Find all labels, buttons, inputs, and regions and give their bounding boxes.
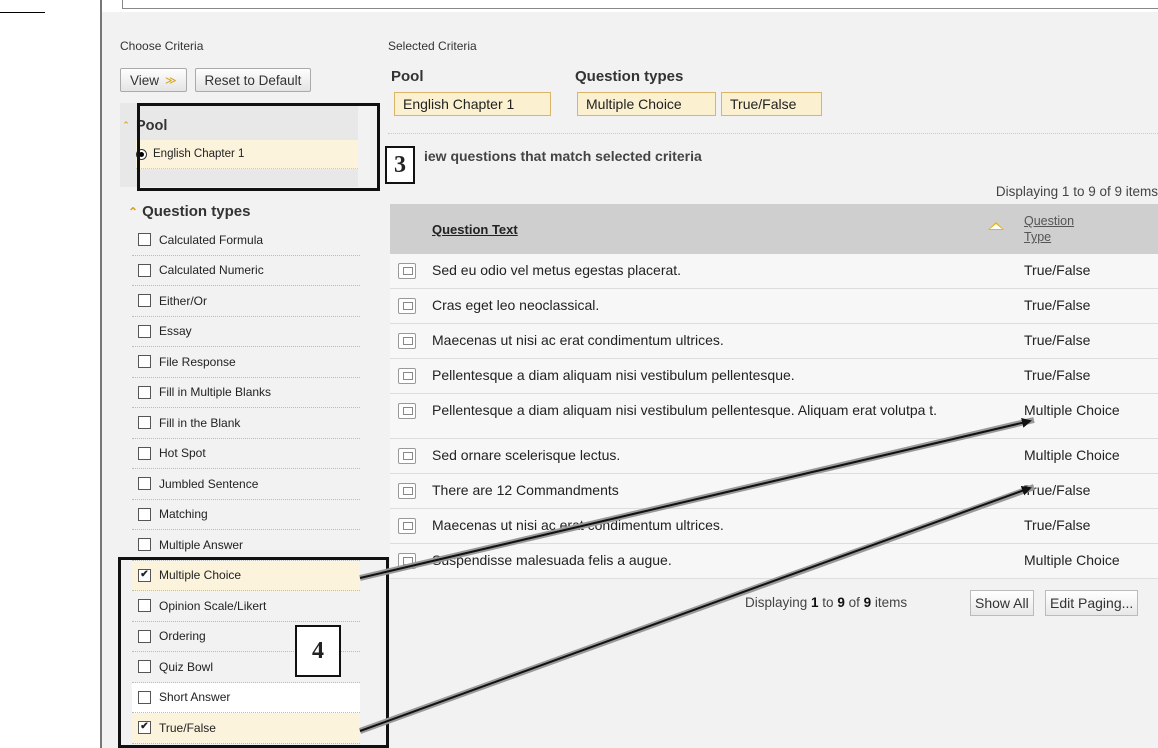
- arrow-tf: [359, 486, 1032, 732]
- arrow-mc: [359, 417, 1032, 579]
- annotation-arrows: [358, 417, 1036, 734]
